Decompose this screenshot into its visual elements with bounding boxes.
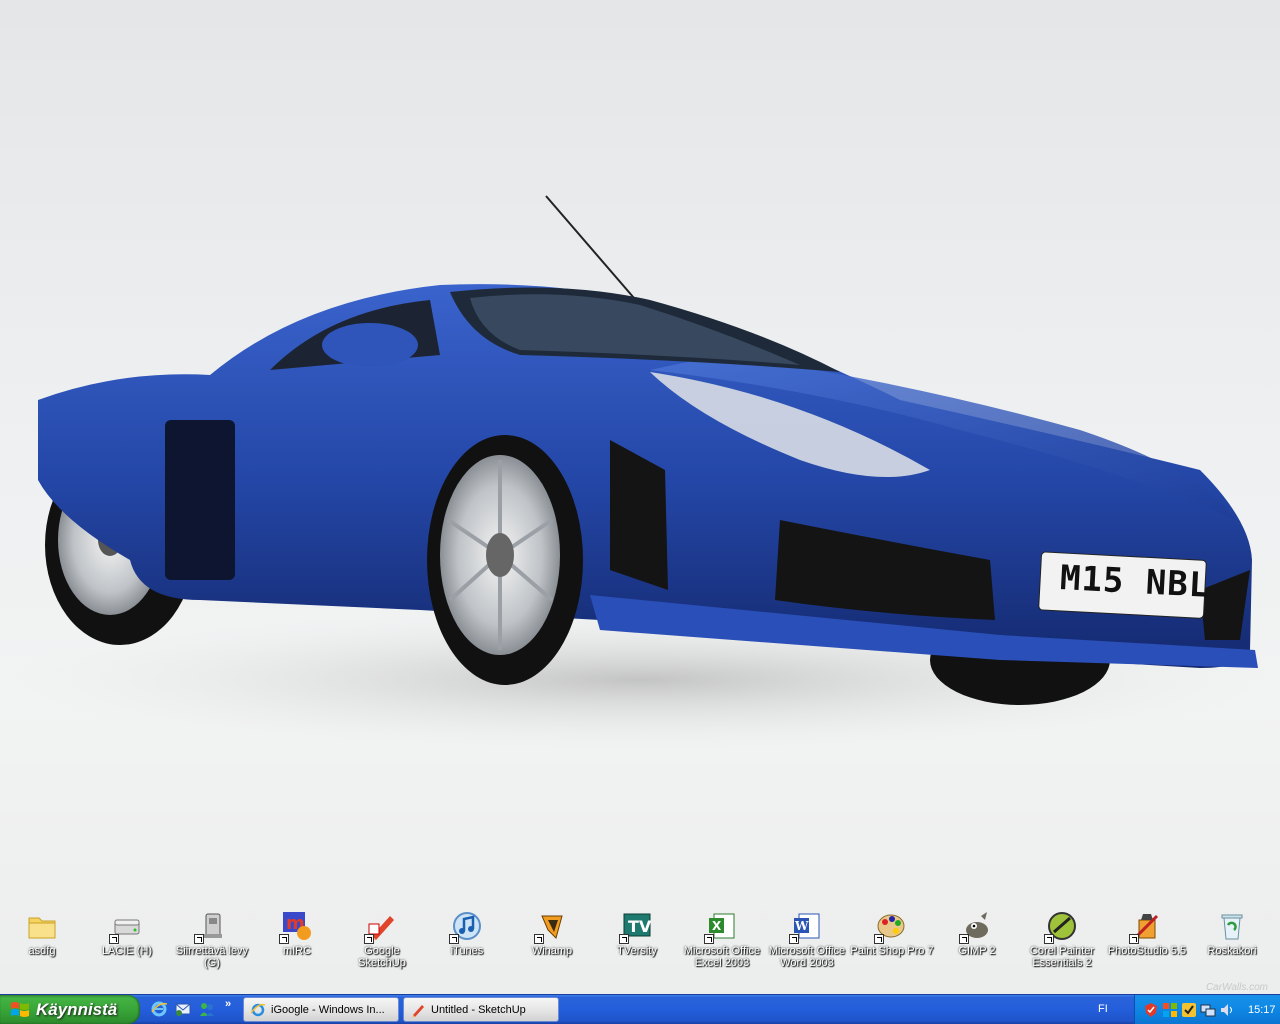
security-center-icon[interactable] [1143,1002,1159,1018]
desktop-icon-photostudio[interactable]: PhotoStudio 5.5 [1105,910,1189,982]
tversity-icon: TV [619,910,653,944]
shortcut-arrow-icon [449,934,459,944]
task-button-label: Untitled - SketchUp [431,1003,526,1016]
paint-shop-pro-icon [874,910,908,944]
shortcut-arrow-icon [534,934,544,944]
network-icon[interactable] [1200,1002,1216,1018]
desktop-icon-lacie[interactable]: LACIE (H) [85,910,169,982]
windows-logo-icon [11,1001,29,1017]
desktop-icon-label: Google SketchUp [358,945,406,969]
start-label: Käynnistä [36,999,118,1019]
task-button-sketchup[interactable]: Untitled - SketchUp [403,997,559,1022]
norton-icon[interactable] [1181,1002,1197,1018]
outlook-express-icon[interactable] [174,1000,192,1018]
photostudio-icon [1129,910,1163,944]
clock[interactable]: 15:17 [1248,1004,1276,1016]
removable-disk-icon [194,910,228,944]
windows-update-icon[interactable] [1162,1002,1178,1018]
desktop-icon-corel-painter[interactable]: Corel Painter Essentials 2 [1020,910,1104,982]
desktop-icon-label: GIMP 2 [958,945,996,957]
shortcut-arrow-icon [704,934,714,944]
corel-painter-icon [1044,910,1078,944]
taskbar: Käynnistä » iGoogle - Windows In... Unti… [0,994,1280,1024]
svg-text:TV: TV [628,917,652,936]
desktop-icon-tversity[interactable]: TV TVersity [595,910,679,982]
shortcut-arrow-icon [1129,934,1139,944]
license-plate-text: M15 NBL [1059,558,1212,606]
desktop-icon-winamp[interactable]: Winamp [510,910,594,982]
desktop-icon-label: mIRC [282,945,312,957]
desktop-icon-label: Microsoft Office Word 2003 [768,945,846,969]
desktop-icon-gimp[interactable]: GIMP 2 [935,910,1019,982]
task-button-igoogle[interactable]: iGoogle - Windows In... [243,997,399,1022]
shortcut-arrow-icon [194,934,204,944]
desktop-icon-label: LACIE (H) [101,945,153,957]
desktop-icon-asdfg[interactable]: asdfg [0,910,84,982]
language-indicator[interactable]: FI [1098,1003,1108,1015]
gimp-icon [959,910,993,944]
shortcut-arrow-icon [279,934,289,944]
desktop-icon-itunes[interactable]: iTunes [425,910,509,982]
itunes-icon [449,910,483,944]
sketchup-icon [411,1004,424,1018]
wallpaper-watermark: CarWalls.com [1205,982,1268,993]
shortcut-arrow-icon [874,934,884,944]
desktop: M15 NBL CarWalls.com asdfg LACIE (H) Sii… [0,0,1280,994]
desktop-icon-label: Microsoft Office Excel 2003 [683,945,761,969]
shortcut-arrow-icon [364,934,374,944]
desktop-icon-mirc[interactable]: m mIRC [255,910,339,982]
shortcut-arrow-icon [959,934,969,944]
internet-explorer-icon [250,1003,266,1016]
desktop-icon-removable-disk[interactable]: Siirrettävä levy (G) [170,910,254,982]
desktop-icon-word[interactable]: W Microsoft Office Word 2003 [765,910,849,982]
shortcut-arrow-icon [789,934,799,944]
desktop-icon-label: TVersity [617,945,657,957]
desktop-icon-label: Paint Shop Pro 7 [850,945,934,957]
shortcut-arrow-icon [619,934,629,944]
svg-text:W: W [794,919,809,933]
system-tray: 15:17 [1134,995,1280,1024]
desktop-icon-label: Siirrettävä levy (G) [175,945,249,969]
desktop-icon-excel[interactable]: X Microsoft Office Excel 2003 [680,910,764,982]
recycle-bin-icon [1216,910,1248,942]
internet-explorer-icon[interactable] [150,1000,168,1018]
desktop-icon-label: asdfg [28,945,56,957]
shortcut-arrow-icon [1044,934,1054,944]
quick-launch-more-button[interactable]: » [225,998,231,1010]
start-button[interactable]: Käynnistä [0,995,140,1024]
folder-icon [26,910,58,942]
word-icon: W [789,910,823,944]
svg-text:X: X [712,919,722,933]
shortcut-arrow-icon [109,934,119,944]
desktop-icon-recycle-bin[interactable]: Roskakori [1190,910,1274,982]
speaker-icon[interactable] [1219,1002,1235,1018]
desktop-icon-label: Winamp [531,945,573,957]
quick-launch-bar [150,1000,216,1020]
drive-icon [109,910,143,944]
excel-icon: X [704,910,738,944]
task-button-label: iGoogle - Windows In... [271,1003,385,1016]
winamp-icon [534,910,568,944]
sketchup-icon [364,910,398,944]
desktop-icon-google-sketchup[interactable]: Google SketchUp [340,910,424,982]
desktop-icon-label: iTunes [450,945,484,957]
desktop-icon-label: Roskakori [1207,945,1257,957]
mirc-icon: m [279,910,313,944]
desktop-icon-label: PhotoStudio 5.5 [1107,945,1187,957]
desktop-icon-paint-shop-pro[interactable]: Paint Shop Pro 7 [850,910,934,982]
wallpaper-car-image [0,195,1280,750]
messenger-icon[interactable] [198,1000,216,1018]
desktop-icon-label: Corel Painter Essentials 2 [1029,945,1095,969]
